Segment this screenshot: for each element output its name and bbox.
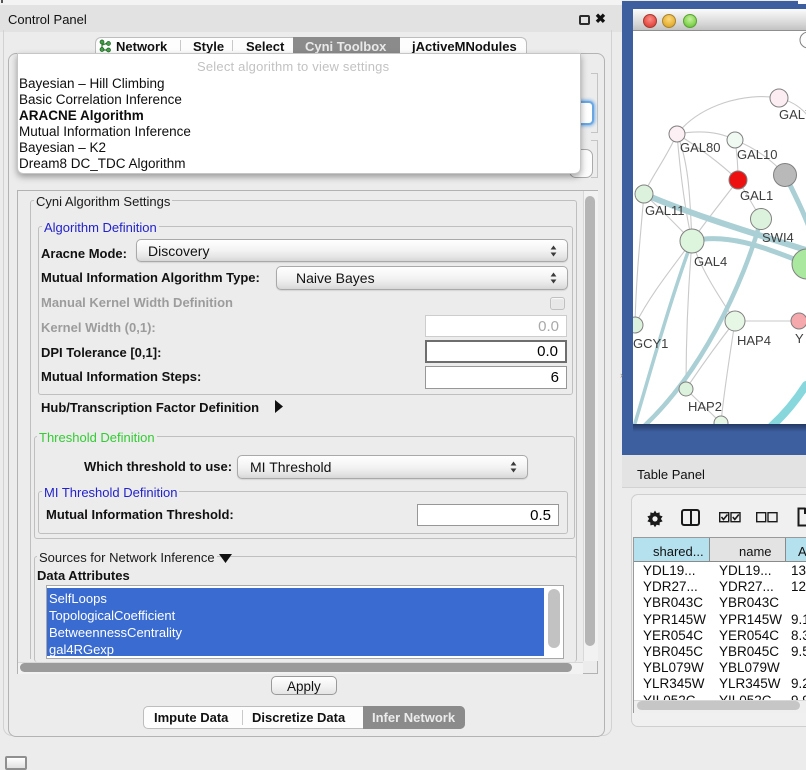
- svg-text:SWI4: SWI4: [762, 230, 794, 245]
- svg-text:GCY1: GCY1: [633, 336, 668, 351]
- svg-text:GAL10: GAL10: [737, 147, 777, 162]
- svg-text:GAL4: GAL4: [694, 254, 727, 269]
- svg-text:GAL1: GAL1: [740, 188, 773, 203]
- svg-text:GAL11: GAL11: [645, 203, 685, 218]
- svg-text:HAP4: HAP4: [737, 333, 771, 348]
- svg-text:GAL7: GAL7: [779, 107, 806, 122]
- svg-text:HAP2: HAP2: [688, 399, 722, 414]
- svg-text:GAL80: GAL80: [680, 140, 720, 155]
- svg-text:Y: Y: [795, 331, 804, 346]
